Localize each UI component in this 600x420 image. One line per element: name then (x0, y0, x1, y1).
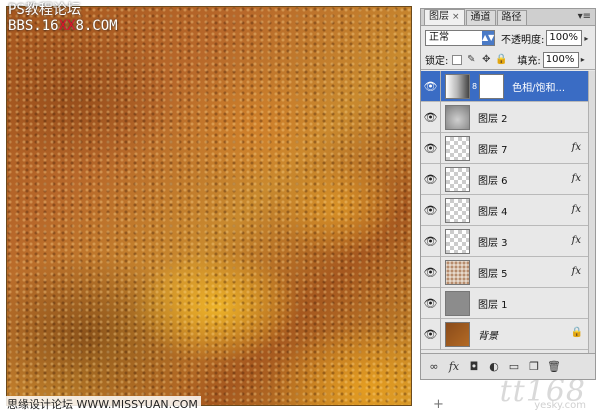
lock-transparent-icon[interactable] (452, 54, 463, 65)
logo-subtext: yesky.com (534, 400, 586, 411)
tab-layers[interactable]: 图层 × (424, 9, 465, 25)
watermark-url-b: XX (58, 18, 76, 34)
layer-row-3[interactable]: 👁 图层 3 fx ▾ (421, 225, 595, 257)
layer-thumbnail (445, 166, 470, 192)
layer-thumbnail (445, 290, 470, 316)
layer-row-2[interactable]: 👁 图层 2 (421, 101, 595, 133)
eye-icon[interactable]: 👁 (421, 256, 441, 288)
layer-name: 图层 4 (478, 206, 508, 218)
lock-all-icon[interactable]: 🔒 (495, 54, 507, 66)
lock-icon: 🔒 (570, 327, 583, 338)
fx-icon[interactable]: fx (572, 204, 581, 215)
tab-layers-label: 图层 (429, 11, 449, 22)
chevron-down-icon: ▲▼ (482, 31, 494, 45)
layer-name: 图层 5 (478, 268, 508, 280)
chain-link-icon[interactable]: 8 (472, 82, 477, 91)
layer-name: 图层 1 (478, 299, 508, 311)
layers-list: 👁 8 色相/饱和... 👁 图层 2 👁 图层 7 fx ▾ 👁 图层 6 f… (421, 71, 595, 353)
layers-panel: 图层 × 通道 路径 ▾≡ 正常 ▲▼ 不透明度: 100% ▸ 锁定: ✎ ✥ 🔒… (420, 8, 596, 380)
watermark-url-a: BBS.16 (8, 18, 59, 34)
layer-mask-thumbnail[interactable] (479, 73, 505, 99)
layer-row-6[interactable]: 👁 图层 6 fx ▾ (421, 163, 595, 195)
eye-icon[interactable]: 👁 (421, 71, 441, 102)
layers-bottom-toolbar: ∞ fx ◘ ◐ ▭ ❐ 🗑 (421, 353, 595, 379)
blend-mode-select[interactable]: 正常 ▲▼ (425, 30, 495, 46)
trash-icon[interactable]: 🗑 (547, 360, 561, 373)
layer-thumbnail (445, 228, 470, 254)
eye-icon[interactable]: 👁 (421, 163, 441, 195)
lock-brush-icon[interactable]: ✎ (465, 54, 477, 66)
layers-scrollbar[interactable] (588, 71, 595, 353)
watermark-title: PS教程论坛 (8, 2, 81, 18)
panel-menu-icon[interactable]: ▾≡ (578, 11, 591, 22)
layer-name: 图层 3 (478, 237, 508, 249)
mask-icon[interactable]: ◘ (467, 360, 481, 373)
layer-name: 图层 7 (478, 144, 508, 156)
layer-name: 背景 (478, 330, 498, 342)
layer-name: 图层 6 (478, 175, 508, 187)
eye-icon[interactable]: 👁 (421, 225, 441, 257)
layer-thumbnail (445, 104, 470, 130)
fx-icon[interactable]: fx (572, 142, 581, 153)
new-layer-icon[interactable]: ❐ (527, 360, 541, 373)
fx-icon[interactable]: fx (572, 266, 581, 277)
opacity-dropdown-icon[interactable]: ▸ (584, 34, 588, 43)
layer-row-background[interactable]: 👁 背景 🔒 (421, 318, 595, 350)
link-icon[interactable]: ∞ (427, 360, 441, 373)
eye-icon[interactable]: 👁 (421, 287, 441, 319)
lock-label: 锁定: (425, 56, 449, 67)
fill-dropdown-icon[interactable]: ▸ (581, 55, 585, 64)
opacity-label: 不透明度: (501, 34, 545, 46)
document-canvas-area[interactable]: PS教程论坛 BBS.16XX8.COM 思缘设计论坛 WWW.MISSYUAN… (0, 0, 418, 412)
eye-icon[interactable]: 👁 (421, 194, 441, 226)
layer-thumbnail (445, 259, 470, 285)
eye-icon[interactable]: 👁 (421, 101, 441, 133)
fx-icon[interactable]: fx (572, 173, 581, 184)
layer-thumbnail (445, 321, 470, 347)
folder-icon[interactable]: ▭ (507, 360, 521, 373)
fill-label: 填充: (517, 56, 541, 67)
adjustment-thumbnail (445, 73, 470, 99)
lock-row: 锁定: ✎ ✥ 🔒 填充: 100% ▸ (421, 50, 595, 70)
layer-name: 色相/饱和... (512, 82, 565, 94)
layer-row-4[interactable]: 👁 图层 4 fx ▾ (421, 194, 595, 226)
layer-row-7[interactable]: 👁 图层 7 fx ▾ (421, 132, 595, 164)
blend-mode-value: 正常 (429, 32, 449, 43)
watermark-url-c: 8.COM (75, 18, 118, 34)
layer-row-5[interactable]: 👁 图层 5 fx ▾ (421, 256, 595, 288)
watermark-top: PS教程论坛 BBS.16XX8.COM (8, 2, 118, 34)
fill-input[interactable]: 100% (542, 51, 579, 68)
layer-row-1[interactable]: 👁 图层 1 (421, 287, 595, 319)
watermark-bottom: 思缘设计论坛 WWW.MISSYUAN.COM (4, 396, 201, 412)
tab-channels[interactable]: 通道 (465, 10, 496, 25)
crosshair-icon: + (433, 397, 444, 412)
panel-tabs: 图层 × 通道 路径 ▾≡ (421, 9, 595, 26)
lock-move-icon[interactable]: ✥ (480, 54, 492, 66)
fx-icon[interactable]: fx (572, 235, 581, 246)
adjustment-icon[interactable]: ◐ (487, 360, 501, 373)
eye-icon[interactable]: 👁 (421, 132, 441, 164)
fx-icon[interactable]: fx (447, 360, 461, 373)
watermark-url: BBS.16XX8.COM (8, 18, 118, 34)
close-icon[interactable]: × (452, 12, 460, 22)
opacity-input[interactable]: 100% (546, 30, 583, 46)
tab-paths[interactable]: 路径 (496, 10, 527, 25)
eye-icon[interactable]: 👁 (421, 318, 441, 350)
layer-thumbnail (445, 197, 470, 223)
layer-thumbnail (445, 135, 470, 161)
blend-row: 正常 ▲▼ 不透明度: 100% ▸ (421, 26, 595, 50)
image-canvas[interactable] (6, 6, 412, 406)
layer-name: 图层 2 (478, 113, 508, 125)
layer-row-hue-saturation[interactable]: 👁 8 色相/饱和... (421, 71, 595, 102)
